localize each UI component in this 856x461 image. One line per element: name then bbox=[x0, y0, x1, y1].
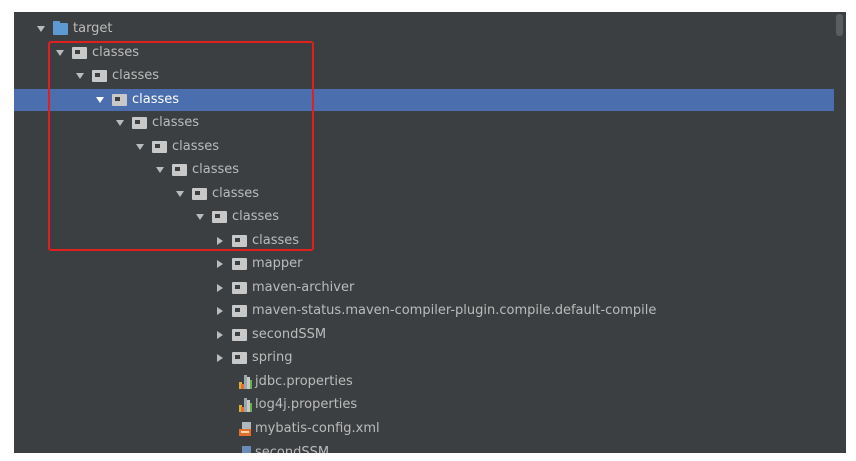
tree-row-label: secondSSM bbox=[252, 327, 327, 342]
folder-icon bbox=[72, 47, 87, 59]
tree-row-label: classes bbox=[212, 186, 260, 201]
folder-icon bbox=[232, 282, 247, 294]
triangle-down-icon[interactable] bbox=[55, 48, 65, 58]
tree-row-mybatis-config[interactable]: mybatis-config.xml bbox=[14, 418, 846, 440]
triangle-down-icon[interactable] bbox=[195, 212, 205, 222]
tree-row-jdbc-properties[interactable]: jdbc.properties bbox=[14, 371, 846, 393]
tree-row-classes-selected[interactable]: classes bbox=[14, 89, 846, 111]
tree-row-label: classes bbox=[192, 162, 240, 177]
folder-icon bbox=[232, 352, 247, 364]
xml-file-icon bbox=[238, 421, 253, 437]
scrollbar-thumb[interactable] bbox=[836, 14, 843, 36]
folder-icon bbox=[112, 94, 127, 106]
tree-row-classes[interactable]: classes bbox=[14, 65, 846, 87]
tree-row-label: target bbox=[73, 21, 113, 36]
folder-icon bbox=[192, 188, 207, 200]
tree-row-label: spring bbox=[252, 350, 293, 365]
folder-icon bbox=[232, 235, 247, 247]
tree-row-label: jdbc.properties bbox=[255, 374, 353, 389]
tree-row-label: maven-status.maven-compiler-plugin.compi… bbox=[252, 303, 657, 318]
tree-row-label: classes bbox=[112, 68, 160, 83]
file-icon bbox=[238, 445, 253, 453]
folder-icon bbox=[132, 117, 147, 129]
triangle-right-icon[interactable] bbox=[215, 283, 225, 293]
tree-row-spring[interactable]: spring bbox=[14, 347, 846, 369]
tree-row-label: classes bbox=[172, 139, 220, 154]
tree-row-label: classes bbox=[152, 115, 200, 130]
tree-row-classes[interactable]: classes bbox=[14, 230, 846, 252]
folder-icon bbox=[172, 164, 187, 176]
tree-row-classes[interactable]: classes bbox=[14, 112, 846, 134]
triangle-down-icon[interactable] bbox=[36, 24, 46, 34]
triangle-right-icon[interactable] bbox=[215, 330, 225, 340]
tree-row-classes[interactable]: classes bbox=[14, 159, 846, 181]
triangle-down-icon[interactable] bbox=[135, 142, 145, 152]
triangle-down-icon[interactable] bbox=[75, 71, 85, 81]
tree-row-label: mybatis-config.xml bbox=[255, 421, 380, 436]
tree-row-label: mapper bbox=[252, 256, 303, 271]
triangle-right-icon[interactable] bbox=[215, 306, 225, 316]
tree-row-mapper[interactable]: mapper bbox=[14, 253, 846, 275]
folder-icon bbox=[232, 305, 247, 317]
properties-file-icon bbox=[238, 397, 253, 413]
triangle-right-icon[interactable] bbox=[215, 259, 225, 269]
properties-file-icon bbox=[238, 374, 253, 390]
vertical-scrollbar[interactable] bbox=[834, 12, 846, 453]
tree-row-secondssm-file[interactable]: secondSSM bbox=[14, 442, 846, 453]
project-tree[interactable]: target classes classes classes classes c… bbox=[14, 12, 846, 453]
tree-row-label: classes bbox=[252, 233, 300, 248]
tree-row-secondssm[interactable]: secondSSM bbox=[14, 324, 846, 346]
triangle-down-icon[interactable] bbox=[115, 118, 125, 128]
tree-row-target[interactable]: target bbox=[14, 18, 846, 40]
folder-icon bbox=[232, 258, 247, 270]
tree-row-label: maven-archiver bbox=[252, 280, 355, 295]
folder-icon bbox=[92, 70, 107, 82]
tree-row-label: secondSSM bbox=[255, 445, 330, 453]
triangle-down-icon[interactable] bbox=[95, 95, 105, 105]
tree-row-log4j-properties[interactable]: log4j.properties bbox=[14, 394, 846, 416]
tree-row-classes[interactable]: classes bbox=[14, 206, 846, 228]
tree-row-label: classes bbox=[132, 92, 180, 107]
folder-icon bbox=[232, 329, 247, 341]
triangle-right-icon[interactable] bbox=[215, 236, 225, 246]
tree-row-label: log4j.properties bbox=[255, 397, 358, 412]
project-tree-panel: target classes classes classes classes c… bbox=[14, 12, 846, 453]
tree-row-classes[interactable]: classes bbox=[14, 183, 846, 205]
folder-icon bbox=[152, 141, 167, 153]
tree-row-label: classes bbox=[232, 209, 280, 224]
tree-row-maven-archiver[interactable]: maven-archiver bbox=[14, 277, 846, 299]
triangle-down-icon[interactable] bbox=[155, 165, 165, 175]
triangle-right-icon[interactable] bbox=[215, 353, 225, 363]
folder-icon bbox=[212, 211, 227, 223]
tree-row-label: classes bbox=[92, 45, 140, 60]
tree-row-maven-status[interactable]: maven-status.maven-compiler-plugin.compi… bbox=[14, 300, 846, 322]
folder-icon bbox=[53, 21, 68, 35]
triangle-down-icon[interactable] bbox=[175, 189, 185, 199]
tree-row-classes[interactable]: classes bbox=[14, 136, 846, 158]
tree-row-classes[interactable]: classes bbox=[14, 42, 846, 64]
